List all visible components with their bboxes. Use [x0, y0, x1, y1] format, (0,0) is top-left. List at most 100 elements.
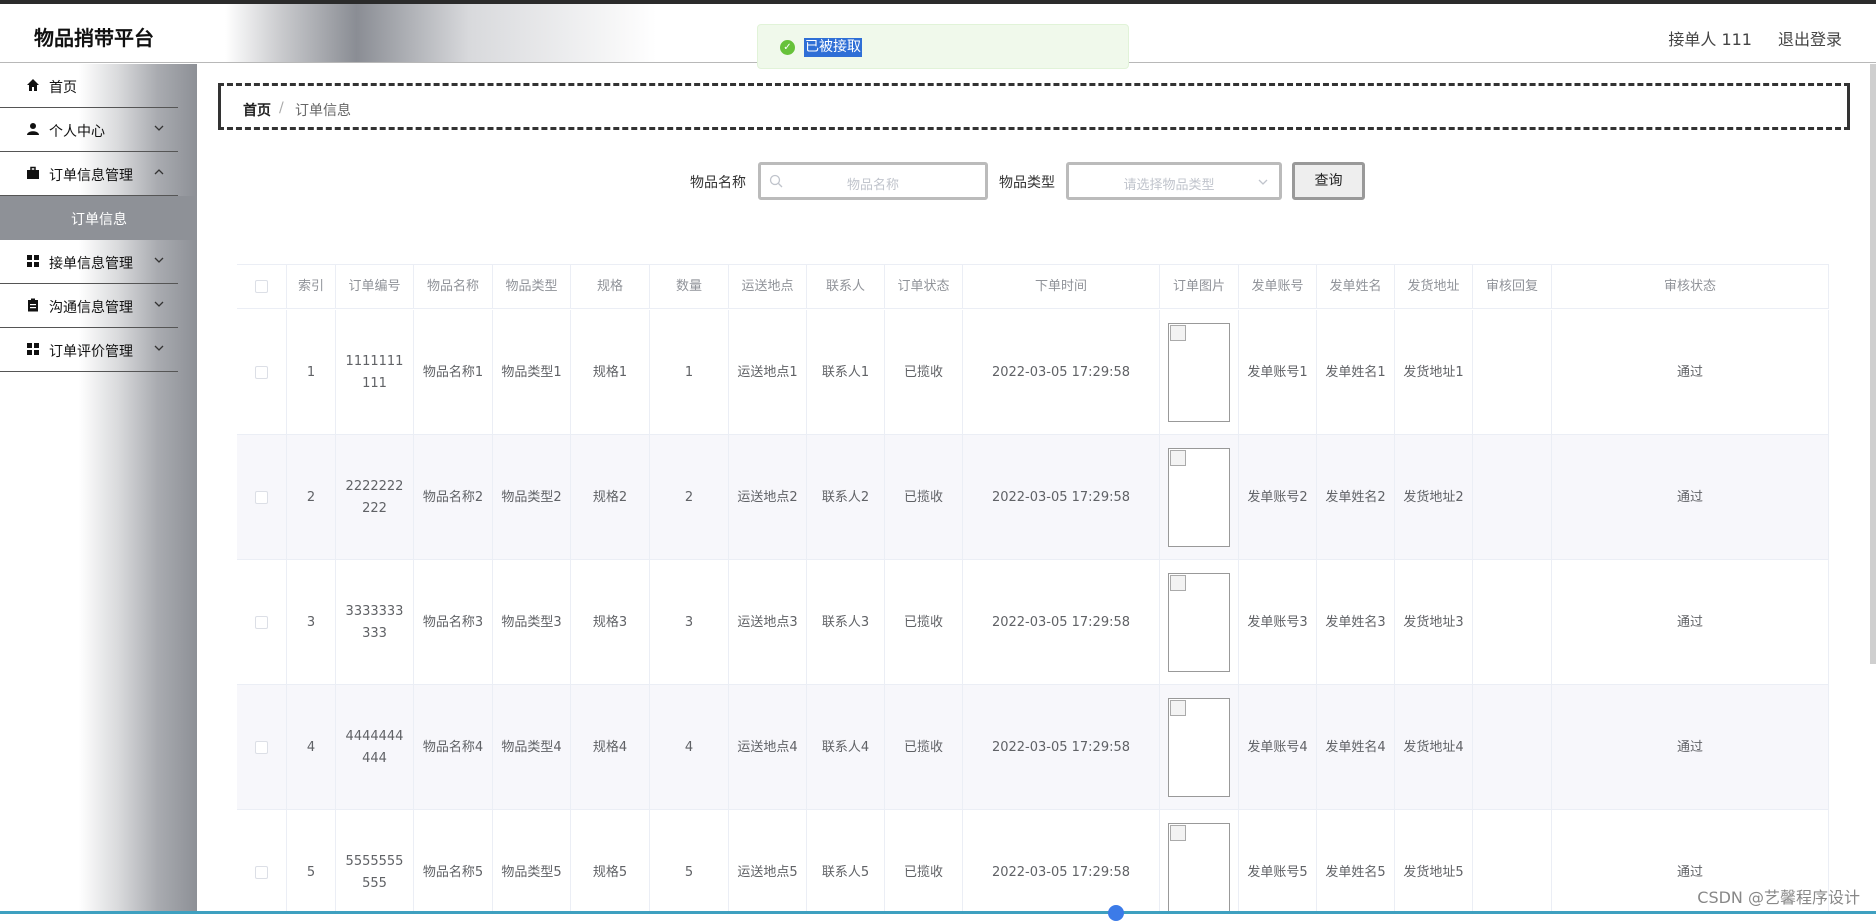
cell-sender: 发单姓名4 [1317, 685, 1395, 810]
cell-spec: 规格3 [571, 560, 650, 685]
column-header: 物品类型 [493, 265, 571, 309]
cell-status: 已揽收 [885, 435, 963, 560]
home-icon [27, 79, 39, 91]
column-header: 索引 [287, 265, 336, 309]
cell-contact: 联系人1 [807, 310, 885, 435]
row-checkbox[interactable] [255, 616, 268, 629]
item-name-label: 物品名称 [690, 175, 746, 191]
cell-order-no: 4444444444 [336, 685, 414, 810]
cell-order-no: 3333333333 [336, 560, 414, 685]
cell-contact: 联系人4 [807, 685, 885, 810]
cell-status: 已揽收 [885, 560, 963, 685]
cell-audit: 通过 [1552, 435, 1829, 560]
row-checkbox[interactable] [255, 866, 268, 879]
cell-qty: 4 [650, 685, 729, 810]
briefcase-icon [27, 166, 39, 179]
cell-index: 2 [287, 435, 336, 560]
row-checkbox[interactable] [255, 491, 268, 504]
cell-type: 物品类型3 [493, 560, 571, 685]
success-toast: ✓ 已被接取 [757, 24, 1129, 69]
column-header: 发单姓名 [1317, 265, 1395, 309]
cell-address: 发货地址4 [1395, 685, 1473, 810]
cell-sender: 发单姓名2 [1317, 435, 1395, 560]
sidebar-item-communication[interactable]: 沟通信息管理 [0, 284, 178, 328]
cell-time: 2022-03-05 17:29:58 [963, 560, 1160, 685]
sidebar-item-accept-orders[interactable]: 接单信息管理 [0, 240, 178, 284]
breadcrumb-separator: / [279, 100, 284, 116]
sidebar-item-label: 订单信息管理 [49, 168, 133, 184]
column-header: 订单图片 [1160, 265, 1239, 309]
cell-reply [1473, 435, 1552, 560]
sidebar-item-label: 订单评价管理 [49, 344, 133, 360]
cell-name: 物品名称3 [414, 560, 493, 685]
sidebar-item-orders[interactable]: 订单信息管理 [0, 152, 178, 196]
cell-contact: 联系人2 [807, 435, 885, 560]
row-checkbox[interactable] [255, 366, 268, 379]
item-type-select[interactable]: 请选择物品类型 [1066, 162, 1282, 200]
cell-account: 发单账号2 [1239, 435, 1317, 560]
sidebar-item-profile[interactable]: 个人中心 [0, 108, 178, 152]
order-image [1168, 448, 1230, 547]
column-header: 数量 [650, 265, 729, 309]
logout-link[interactable]: 退出登录 [1778, 26, 1842, 50]
item-name-input[interactable]: 物品名称 [758, 162, 988, 200]
cell-address: 发货地址5 [1395, 810, 1473, 914]
broken-image-icon [1170, 325, 1186, 341]
column-header: 联系人 [807, 265, 885, 309]
cell-qty: 5 [650, 810, 729, 914]
cell-name: 物品名称2 [414, 435, 493, 560]
user-icon [27, 123, 39, 135]
query-button[interactable]: 查询 [1292, 162, 1365, 200]
app-title: 物品捎带平台 [34, 26, 154, 50]
current-user: 接单人 111 [1668, 30, 1752, 49]
order-image-cell [1160, 560, 1239, 685]
broken-image-icon [1170, 825, 1186, 841]
item-name-placeholder: 物品名称 [846, 178, 899, 193]
cell-address: 发货地址2 [1395, 435, 1473, 560]
breadcrumb-home[interactable]: 首页 [243, 100, 271, 120]
cell-reply [1473, 685, 1552, 810]
order-image-cell [1160, 435, 1239, 560]
cell-sender: 发单姓名3 [1317, 560, 1395, 685]
column-header: 运送地点 [729, 265, 807, 309]
cell-time: 2022-03-05 17:29:58 [963, 435, 1160, 560]
order-image [1168, 573, 1230, 672]
cell-type: 物品类型2 [493, 435, 571, 560]
select-all-checkbox[interactable] [255, 280, 268, 293]
cell-sender: 发单姓名5 [1317, 810, 1395, 914]
chevron-up-icon [154, 169, 164, 175]
cell-time: 2022-03-05 17:29:58 [963, 810, 1160, 914]
cell-place: 运送地点3 [729, 560, 807, 685]
table-row: 3 3333333333 物品名称3 物品类型3 规格3 3 运送地点3 联系人3 已揽收 202… [237, 560, 1829, 685]
cell-reply [1473, 810, 1552, 914]
cell-address: 发货地址1 [1395, 310, 1473, 435]
cell-qty: 1 [650, 310, 729, 435]
cell-place: 运送地点1 [729, 310, 807, 435]
cell-spec: 规格5 [571, 810, 650, 914]
sidebar-item-reviews[interactable]: 订单评价管理 [0, 328, 178, 372]
cell-type: 物品类型1 [493, 310, 571, 435]
cell-reply [1473, 310, 1552, 435]
order-image [1168, 323, 1230, 422]
page-scrollbar[interactable] [1870, 64, 1876, 664]
cell-account: 发单账号5 [1239, 810, 1317, 914]
breadcrumb: 首页 / 订单信息 [218, 83, 1850, 130]
cell-audit: 通过 [1552, 560, 1829, 685]
cell-order-no: 5555555555 [336, 810, 414, 914]
sidebar-item-home[interactable]: 首页 [0, 64, 178, 108]
column-header: 审核回复 [1473, 265, 1552, 309]
cell-account: 发单账号4 [1239, 685, 1317, 810]
chevron-down-icon [154, 301, 164, 307]
cursor-dot [1108, 905, 1124, 921]
cell-spec: 规格1 [571, 310, 650, 435]
row-select-cell [237, 435, 287, 560]
cell-account: 发单账号1 [1239, 310, 1317, 435]
toast-message: 已被接取 [804, 38, 862, 57]
cell-audit: 通过 [1552, 685, 1829, 810]
order-image-cell [1160, 685, 1239, 810]
row-checkbox[interactable] [255, 741, 268, 754]
row-select-cell [237, 310, 287, 435]
row-select-cell [237, 560, 287, 685]
sidebar-subitem-order-info[interactable]: 订单信息 [0, 196, 197, 240]
cell-order-no: 1111111111 [336, 310, 414, 435]
